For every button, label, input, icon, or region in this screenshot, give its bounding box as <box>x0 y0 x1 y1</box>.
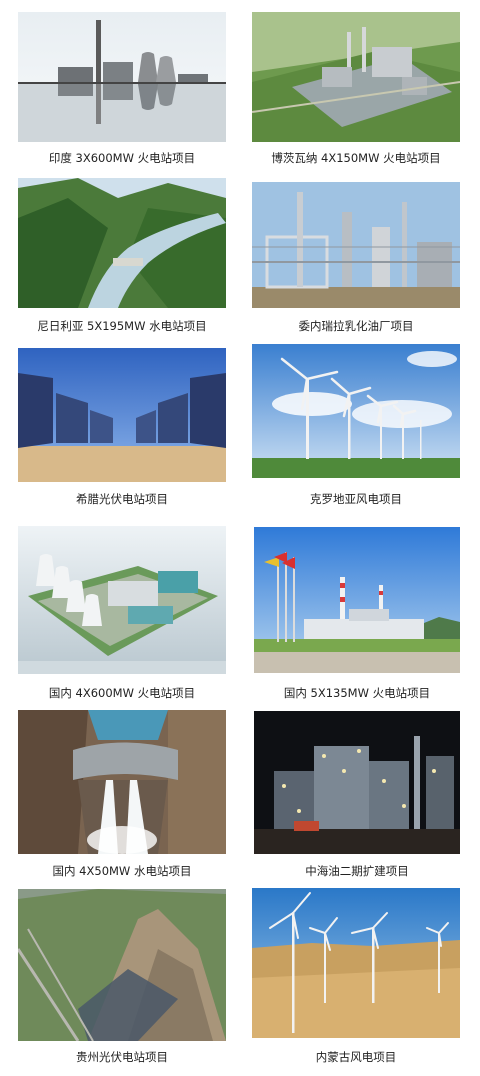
project-photo <box>252 888 460 1038</box>
project-photo <box>254 527 460 673</box>
project-photo <box>18 526 226 674</box>
project-photo <box>18 12 226 142</box>
project-caption: 中海油二期扩建项目 <box>305 864 409 878</box>
project-photo <box>252 12 460 142</box>
project-caption: 克罗地亚风电项目 <box>310 492 402 506</box>
project-caption: 委内瑞拉乳化油厂项目 <box>298 319 414 333</box>
project-photo <box>254 711 460 854</box>
project-photo <box>252 344 460 478</box>
project-photo <box>18 178 226 308</box>
project-caption: 内蒙古风电项目 <box>315 1050 397 1064</box>
project-photo <box>18 710 226 854</box>
project-caption: 国内 4X50MW 水电站项目 <box>52 864 192 878</box>
project-caption: 希腊光伏电站项目 <box>76 492 168 506</box>
project-caption: 尼日利亚 5X195MW 水电站项目 <box>37 319 207 333</box>
project-photo <box>18 348 226 482</box>
project-caption: 博茨瓦纳 4X150MW 火电站项目 <box>271 151 441 165</box>
project-caption: 贵州光伏电站项目 <box>76 1050 168 1064</box>
project-caption: 印度 3X600MW 火电站项目 <box>48 151 196 165</box>
project-caption: 国内 5X135MW 火电站项目 <box>283 686 431 700</box>
project-photo <box>252 182 460 308</box>
project-photo <box>18 889 226 1041</box>
project-caption: 国内 4X600MW 火电站项目 <box>48 686 196 700</box>
